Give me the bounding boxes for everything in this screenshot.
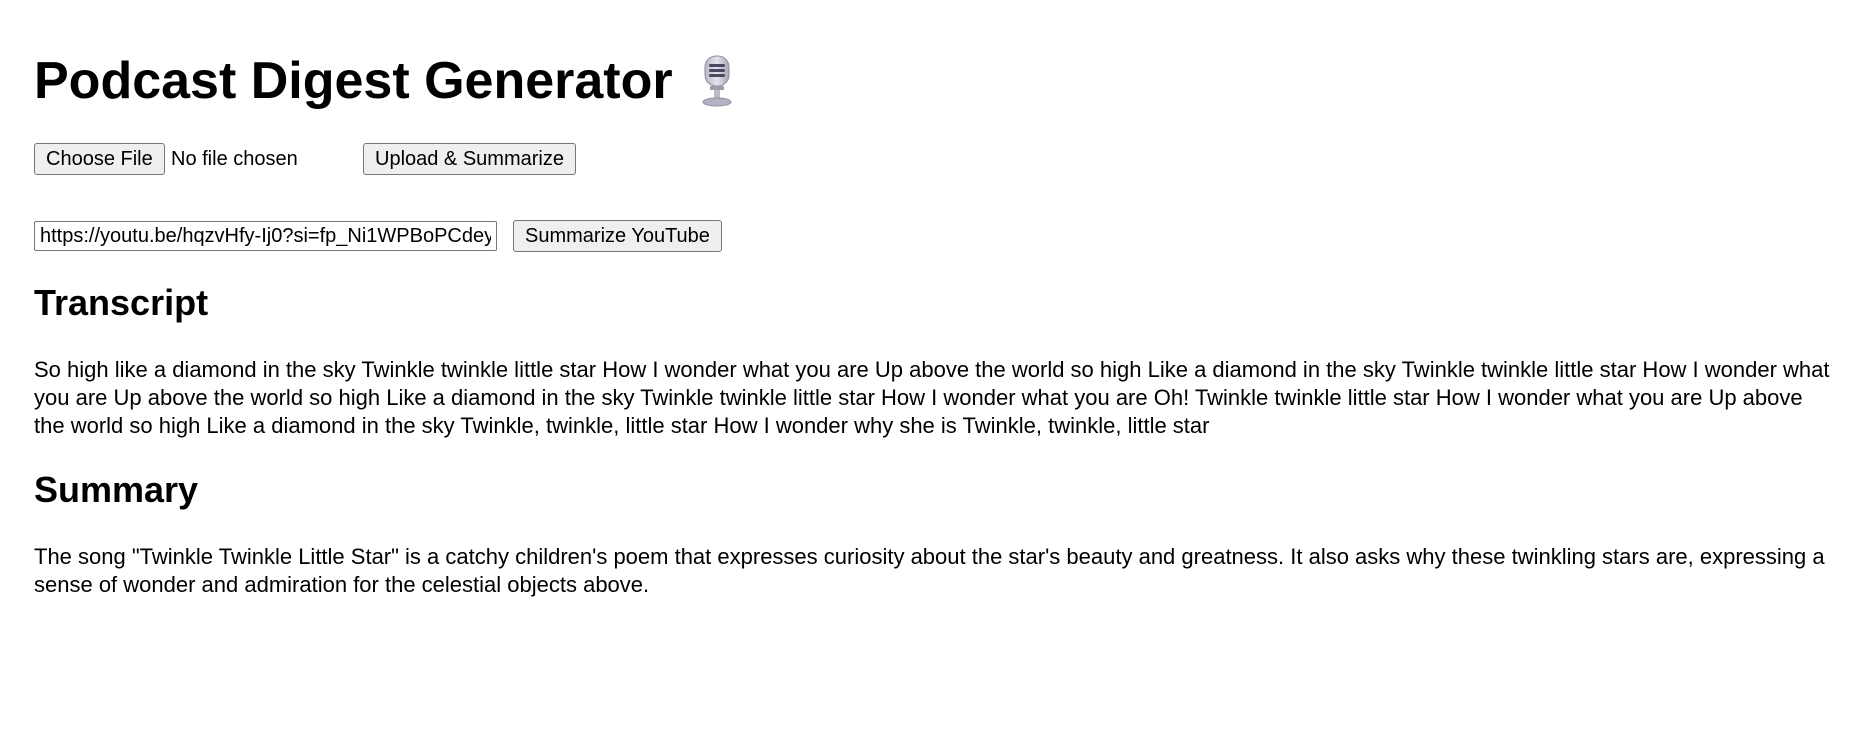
page-title: Podcast Digest Generator — [34, 50, 735, 112]
page-title-text: Podcast Digest Generator — [34, 52, 673, 110]
upload-summarize-button[interactable]: Upload & Summarize — [363, 143, 576, 175]
transcript-heading: Transcript — [34, 282, 209, 323]
summary-text: The song "Twinkle Twinkle Little Star" i… — [34, 544, 1825, 597]
summary-heading: Summary — [34, 469, 199, 510]
file-status-text: No file chosen — [171, 148, 298, 170]
youtube-url-input[interactable] — [34, 221, 497, 251]
upload-form: Choose File No file chosen Upload & Summ… — [34, 143, 834, 175]
transcript-text: So high like a diamond in the sky Twinkl… — [34, 357, 1830, 438]
summarize-youtube-button[interactable]: Summarize YouTube — [513, 220, 722, 252]
youtube-form: Summarize YouTube — [34, 220, 934, 252]
microphone-icon — [702, 55, 732, 107]
choose-file-button[interactable]: Choose File — [34, 143, 165, 175]
